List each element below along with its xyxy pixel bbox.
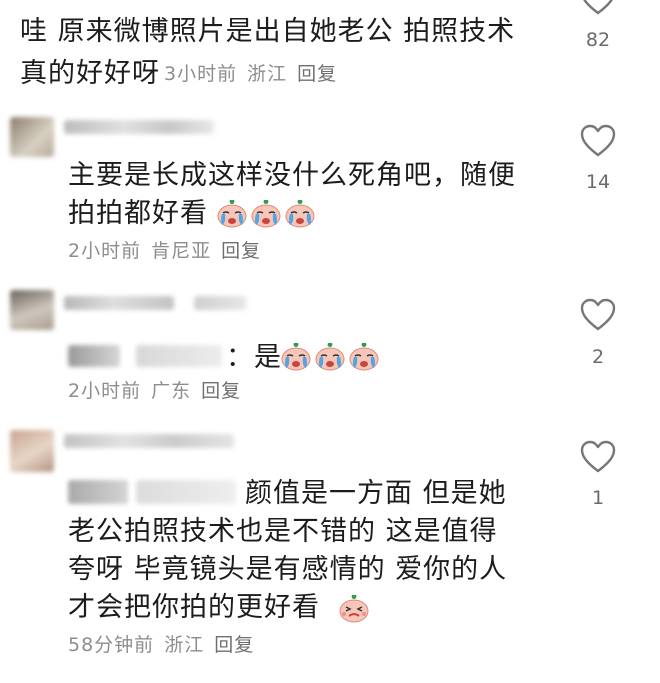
like-count: 1 xyxy=(591,487,605,509)
comment-text-line: ：是 xyxy=(226,340,282,376)
comment-text-line: 主要是长成这样没什么死角吧，随便 xyxy=(68,160,516,191)
comment-text-fragment: 真的好好呀 xyxy=(20,58,160,89)
reply-to-name-redacted[interactable] xyxy=(136,480,236,504)
comment-time: 2小时前 xyxy=(68,240,142,262)
like-icon-top-partial[interactable] xyxy=(580,0,616,16)
comment-text-line: 真的好好呀 3小时前 浙江 回复 xyxy=(20,56,337,92)
like-count: 2 xyxy=(591,346,605,368)
comment-text-fragment: 是 xyxy=(254,342,282,373)
comment-text-line: 拍拍都好看 xyxy=(68,196,208,232)
comment-text-line: 夸呀 毕竟镜头是有感情的 爱你的人 xyxy=(68,554,508,585)
comment-meta: 2小时前 肯尼亚 回复 xyxy=(68,238,261,264)
comment-text-line: 才会把你拍的更好看 xyxy=(68,592,320,623)
crying-face-emoji-icon xyxy=(217,200,247,228)
comment-location: 浙江 xyxy=(164,634,205,656)
comment-time: 58分钟前 xyxy=(68,634,155,656)
reply-button[interactable]: 回复 xyxy=(297,63,337,85)
username-redacted[interactable] xyxy=(64,120,214,134)
comment-location: 广东 xyxy=(151,380,192,402)
comment-time: 2小时前 xyxy=(68,380,142,402)
crying-face-emoji-icon xyxy=(285,200,315,228)
comment-location: 浙江 xyxy=(247,63,288,85)
avatar[interactable] xyxy=(10,430,54,472)
avatar[interactable] xyxy=(10,117,54,157)
reply-button[interactable]: 回复 xyxy=(201,380,241,402)
heart-outline-icon[interactable] xyxy=(580,298,616,332)
heart-outline-icon[interactable] xyxy=(580,124,616,158)
avatar[interactable] xyxy=(10,290,54,330)
reply-to-name-redacted[interactable] xyxy=(68,345,120,367)
reply-to-name-redacted[interactable] xyxy=(68,480,128,504)
crying-face-emoji-icon xyxy=(251,200,281,228)
comment-time: 3小时前 xyxy=(164,63,238,85)
reply-button[interactable]: 回复 xyxy=(221,240,261,262)
comment-text-line: 老公拍照技术也是不错的 这是值得 xyxy=(68,516,498,547)
username-redacted[interactable] xyxy=(64,434,234,448)
comment-text-fragment: 拍拍都好看 xyxy=(68,198,208,229)
tearful-face-emoji-icon xyxy=(339,595,369,623)
like-count: 82 xyxy=(585,29,611,51)
comment-text-line: 哇 原来微博照片是出自她老公 拍照技术 xyxy=(20,16,516,47)
comment-location: 肯尼亚 xyxy=(151,240,212,262)
reply-colon: ： xyxy=(226,342,254,373)
heart-outline-icon[interactable] xyxy=(580,440,616,474)
crying-face-emoji-icon xyxy=(281,343,311,371)
comment-meta: 2小时前 广东 回复 xyxy=(68,378,241,404)
comment-meta: 58分钟前 浙江 回复 xyxy=(68,632,254,658)
comment-meta: 3小时前 浙江 回复 xyxy=(164,63,337,85)
username-redacted[interactable] xyxy=(194,296,246,310)
crying-face-emoji-icon xyxy=(315,343,345,371)
reply-button[interactable]: 回复 xyxy=(214,634,254,656)
crying-face-emoji-icon xyxy=(349,343,379,371)
username-redacted[interactable] xyxy=(64,296,174,310)
comment-text-line: 颜值是一方面 但是她 xyxy=(245,478,507,509)
reply-to-name-redacted[interactable] xyxy=(136,345,222,367)
like-count: 14 xyxy=(585,171,611,193)
